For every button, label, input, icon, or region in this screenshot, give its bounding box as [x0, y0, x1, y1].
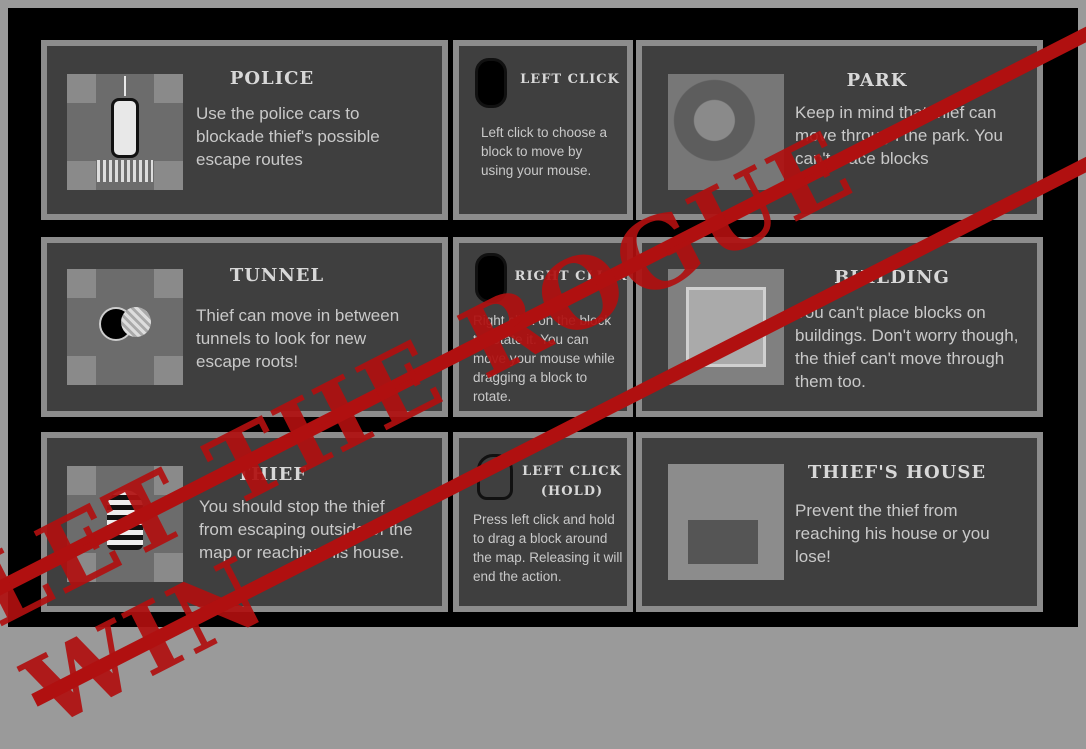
left-click-hold-description: Press left click and hold to drag a bloc… [473, 512, 623, 584]
left-click-description: Left click to choose a block to move by … [481, 125, 608, 178]
grab-hand-icon [477, 454, 513, 500]
building-panel: BUILDING You can't place blocks on build… [636, 237, 1043, 417]
tunnel-cover-icon [121, 307, 151, 337]
thief-title: THIEF [236, 464, 308, 485]
thief-character-icon [107, 490, 143, 550]
right-click-title: RIGHT CLICK [514, 269, 628, 284]
police-description: Use the police cars to blockade thief's … [196, 104, 380, 169]
mouse-right-icon [475, 253, 507, 303]
police-panel: POLICE Use the police cars to blockade t… [41, 40, 448, 220]
left-click-panel: LEFT CLICK Left click to choose a block … [453, 40, 633, 220]
thief-panel: THIEF You should stop the thief from esc… [41, 432, 448, 612]
building-tile-image [668, 269, 784, 385]
police-title: POLICE [229, 68, 315, 89]
left-click-hold-panel: LEFT CLICK (HOLD) Press left click and h… [453, 432, 633, 612]
tunnel-panel: TUNNEL Thief can move in between tunnels… [41, 237, 448, 417]
thiefs-house-panel: THIEF'S HOUSE Prevent the thief from rea… [636, 432, 1043, 612]
park-tile-image [668, 74, 784, 190]
tunnel-title: TUNNEL [229, 265, 325, 286]
left-click-title: LEFT CLICK [520, 72, 620, 87]
mouse-left-icon [475, 58, 507, 108]
right-click-description: Right click on the block to rotate it. Y… [473, 313, 615, 404]
thief-tile-image [67, 466, 183, 582]
thief-description: You should stop the thief from escaping … [199, 497, 413, 562]
park-description: Keep in mind that thief can move through… [795, 103, 1003, 168]
tunnel-tile-image [67, 269, 183, 385]
park-panel: PARK Keep in mind that thief can move th… [636, 40, 1043, 220]
thiefs-house-description: Prevent the thief from reaching his hous… [795, 501, 990, 566]
police-car-icon [111, 98, 139, 158]
thiefs-house-tile-image [668, 464, 784, 580]
building-title: BUILDING [834, 267, 950, 288]
thiefs-house-title: THIEF'S HOUSE [807, 462, 987, 483]
left-click-hold-title-line1: LEFT CLICK [522, 464, 622, 479]
tunnel-description: Thief can move in between tunnels to loo… [196, 306, 400, 371]
left-click-hold-title-line2: (HOLD) [540, 484, 604, 499]
right-click-panel: RIGHT CLICK Right click on the block to … [453, 237, 633, 417]
park-title: PARK [846, 70, 908, 91]
police-tile-image [67, 74, 183, 190]
building-description: You can't place blocks on buildings. Don… [795, 303, 1019, 391]
